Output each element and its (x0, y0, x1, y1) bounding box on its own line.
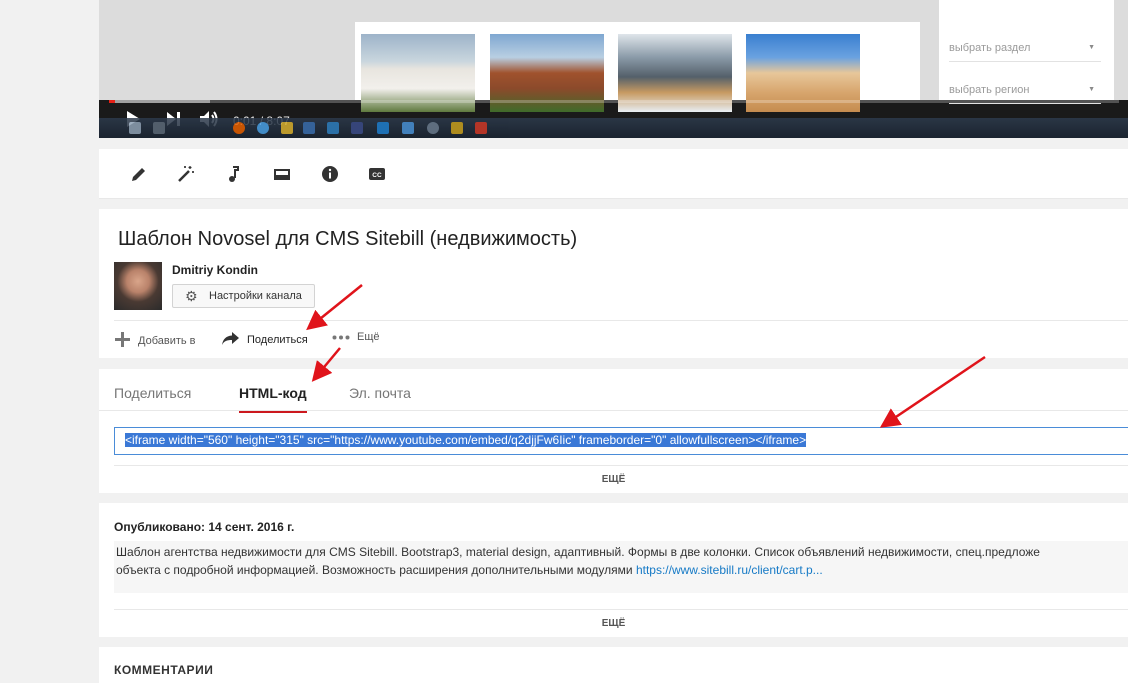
video-title: Шаблон Novosel для CMS Sitebill (недвижи… (118, 228, 578, 250)
progress-buffer (109, 100, 210, 103)
description-more-button[interactable]: ЕЩЁ (99, 618, 1128, 629)
channel-settings-label: Настройки канала (209, 290, 302, 302)
taskbar-app-icon (303, 122, 315, 134)
taskbar-app-icon (402, 122, 414, 134)
taskbar-app-icon (427, 122, 439, 134)
video-content-page (355, 22, 920, 112)
pencil-icon[interactable] (129, 164, 149, 184)
video-info-card: Шаблон Novosel для CMS Sitebill (недвижи… (99, 209, 1128, 358)
add-to-button[interactable]: Добавить в (114, 331, 196, 351)
tabs-divider (99, 410, 1128, 411)
avatar[interactable] (114, 262, 162, 310)
more-dots-icon (332, 331, 350, 343)
tab-email[interactable]: Эл. почта (349, 385, 411, 411)
taskbar-app-icon (129, 122, 141, 134)
music-note-icon[interactable] (224, 164, 244, 184)
embed-code-text: <iframe width="560" height="315" src="ht… (125, 433, 807, 447)
taskbar-app-icon (377, 122, 389, 134)
description-line-1: Шаблон агентства недвижимости для CMS Si… (116, 545, 1040, 559)
taskbar-app-icon (475, 122, 487, 134)
annotation-icon[interactable] (272, 164, 292, 184)
video-editor-toolbar: CC (99, 149, 1128, 199)
svg-text:CC: CC (372, 172, 382, 179)
share-panel: Поделиться HTML-код Эл. почта <iframe wi… (99, 369, 1128, 493)
tab-html-code[interactable]: HTML-код (239, 385, 307, 413)
share-button[interactable]: Поделиться (221, 331, 308, 349)
gear-icon: ⚙ (185, 288, 198, 304)
description-text: Шаблон агентства недвижимости для CMS Si… (116, 543, 1040, 579)
video-frame[interactable]: выбрать раздел ▼ выбрать регион ▼ (99, 0, 1128, 112)
taskbar-app-icon (351, 122, 363, 134)
more-actions-label: Ещё (357, 331, 380, 343)
taskbar-app-icon (153, 122, 165, 134)
divider (114, 320, 1128, 321)
filter-section-select: выбрать раздел ▼ (949, 36, 1101, 62)
description-line-2: объекта с подробной информацией. Возможн… (116, 561, 1040, 579)
closed-captions-icon[interactable]: CC (367, 164, 387, 184)
comments-section: КОММЕНТАРИИ (99, 647, 1128, 683)
caret-down-icon: ▼ (1088, 44, 1095, 51)
share-label: Поделиться (247, 334, 308, 346)
more-actions-button[interactable]: Ещё (332, 331, 380, 343)
share-more-button[interactable]: ЕЩЁ (99, 474, 1128, 485)
overlay-taskbar (99, 118, 1128, 138)
divider (114, 465, 1128, 466)
embed-code-field[interactable]: <iframe width="560" height="315" src="ht… (114, 427, 1128, 455)
filter-section-label: выбрать раздел (949, 42, 1031, 54)
add-to-label: Добавить в (138, 335, 196, 347)
taskbar-app-icon (451, 122, 463, 134)
description-link[interactable]: https://www.sitebill.ru/client/cart.p... (636, 563, 823, 577)
progress-bar[interactable] (109, 100, 1119, 103)
caret-down-icon: ▼ (1088, 86, 1095, 93)
magic-wand-icon[interactable] (176, 164, 196, 184)
taskbar-app-icon (281, 122, 293, 134)
description-card: Опубликовано: 14 сент. 2016 г. Шаблон аг… (99, 503, 1128, 637)
video-filter-panel: выбрать раздел ▼ выбрать регион ▼ (939, 0, 1114, 104)
comments-title: КОММЕНТАРИИ (114, 663, 214, 677)
share-arrow-icon (221, 331, 240, 349)
taskbar-app-icon (327, 122, 339, 134)
info-icon[interactable] (320, 164, 340, 184)
description-line-2-text: объекта с подробной информацией. Возможн… (116, 563, 633, 577)
tab-share[interactable]: Поделиться (114, 385, 191, 411)
progress-played (109, 100, 116, 103)
divider (114, 609, 1128, 610)
browser-icon (257, 122, 269, 134)
plus-icon (114, 331, 131, 351)
description-box: Шаблон агентства недвижимости для CMS Si… (114, 541, 1128, 593)
video-player[interactable]: выбрать раздел ▼ выбрать регион ▼ 0:01 /… (99, 0, 1128, 138)
filter-region-label: выбрать регион (949, 84, 1030, 96)
channel-owner-name[interactable]: Dmitriy Kondin (172, 263, 258, 277)
published-date: Опубликовано: 14 сент. 2016 г. (114, 520, 295, 534)
channel-settings-button[interactable]: ⚙ Настройки канала (172, 284, 315, 308)
firefox-icon (233, 122, 245, 134)
